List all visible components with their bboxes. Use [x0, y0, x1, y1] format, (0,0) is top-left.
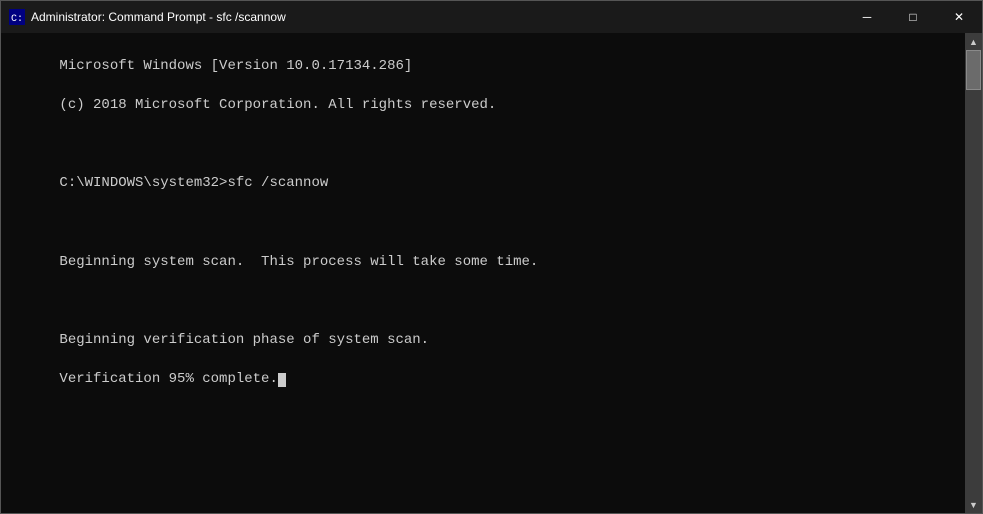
scrollbar[interactable]: ▲ ▼: [965, 33, 982, 513]
terminal-line-2: (c) 2018 Microsoft Corporation. All righ…: [59, 97, 496, 113]
terminal-line-9: Verification 95% complete.: [59, 371, 277, 387]
terminal-content[interactable]: Microsoft Windows [Version 10.0.17134.28…: [1, 33, 965, 513]
scrollbar-down-button[interactable]: ▼: [965, 496, 982, 513]
scrollbar-up-button[interactable]: ▲: [965, 33, 982, 50]
terminal-line-6: Beginning system scan. This process will…: [59, 254, 538, 270]
terminal-body: Microsoft Windows [Version 10.0.17134.28…: [1, 33, 982, 513]
cursor: [278, 373, 286, 387]
scrollbar-track[interactable]: [965, 50, 982, 496]
titlebar: C: Administrator: Command Prompt - sfc /…: [1, 1, 982, 33]
close-button[interactable]: ✕: [936, 1, 982, 33]
cmd-icon: C:: [9, 9, 25, 25]
svg-text:C:: C:: [11, 14, 23, 25]
terminal-line-8: Beginning verification phase of system s…: [59, 332, 429, 348]
window-title: Administrator: Command Prompt - sfc /sca…: [31, 10, 974, 24]
terminal-line-1: Microsoft Windows [Version 10.0.17134.28…: [59, 58, 412, 74]
cmd-window: C: Administrator: Command Prompt - sfc /…: [0, 0, 983, 514]
scrollbar-thumb[interactable]: [966, 50, 981, 90]
terminal-line-4: C:\WINDOWS\system32>sfc /scannow: [59, 175, 328, 191]
maximize-button[interactable]: □: [890, 1, 936, 33]
minimize-button[interactable]: ─: [844, 1, 890, 33]
window-controls: ─ □ ✕: [844, 1, 982, 33]
